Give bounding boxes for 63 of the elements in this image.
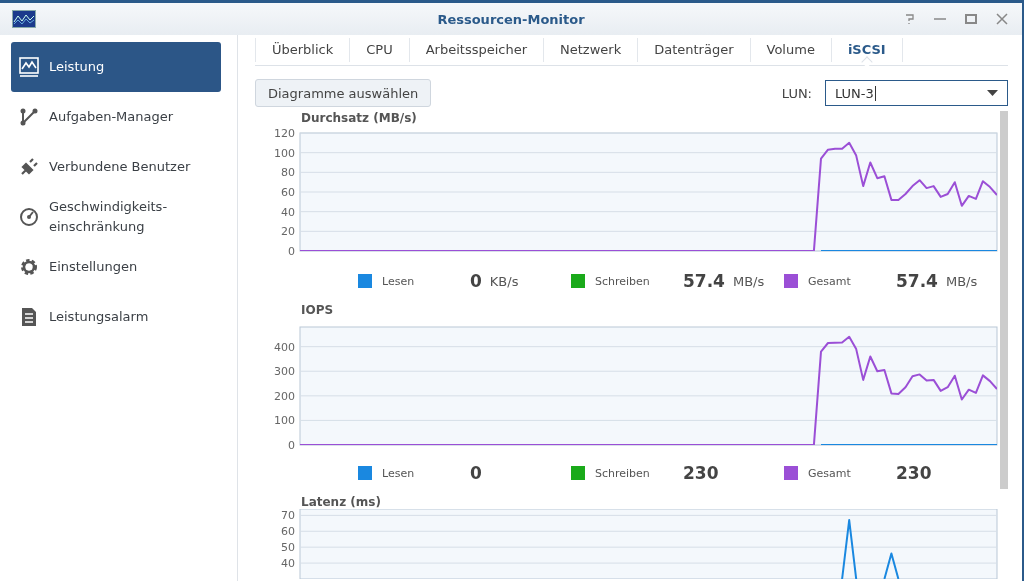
lun-dropdown[interactable]: LUN-3 — [825, 80, 1008, 106]
window-title: Ressourcen-Monitor — [436, 11, 586, 27]
tab[interactable]: CPU — [349, 38, 409, 62]
tab[interactable]: Datenträger — [637, 38, 750, 62]
chart-title: Latenz (ms) — [301, 495, 382, 509]
chart-icon — [19, 57, 39, 77]
sidebar-item[interactable]: Verbundene Benutzer — [11, 142, 221, 192]
tab[interactable]: Arbeitsspeicher — [408, 38, 544, 62]
legend-value: 230 — [896, 463, 932, 483]
branch-icon — [19, 107, 39, 127]
dropdown-arrow-icon — [987, 90, 998, 96]
sidebar-item[interactable]: Leistungsalarm — [11, 292, 221, 342]
sidebar-item[interactable]: Einstellungen — [11, 242, 221, 292]
legend-label: Lesen — [382, 466, 416, 480]
plug-icon — [19, 157, 39, 177]
tick-label: 300 — [274, 365, 295, 379]
tick-label: 40 — [281, 205, 295, 219]
legend-value: 0 — [470, 271, 482, 291]
gauge-icon — [19, 207, 39, 227]
tick-label: 100 — [274, 414, 295, 428]
sidebar-item[interactable]: Aufgaben-Manager — [11, 92, 221, 142]
maximize-icon[interactable] — [965, 13, 977, 25]
chart-title: IOPS — [301, 303, 335, 317]
tick-label: 100 — [274, 146, 295, 160]
help-icon[interactable] — [905, 13, 915, 25]
tick-label: 60 — [281, 525, 295, 539]
app-icon — [12, 10, 36, 28]
scrollbar[interactable] — [1000, 111, 1008, 489]
tick-label: 70 — [281, 509, 295, 523]
tick-label: 40 — [281, 557, 295, 571]
tick-label: 60 — [281, 186, 295, 199]
gear-icon — [19, 257, 39, 277]
legend-unit: MB/s — [945, 273, 978, 289]
list-icon — [19, 307, 39, 327]
tick-label: 0 — [288, 439, 295, 451]
tab[interactable]: Überblick — [255, 38, 350, 62]
legend-value: 230 — [683, 463, 719, 483]
sidebar-item[interactable]: Leistung — [11, 42, 221, 92]
legend-label: Gesamt — [808, 466, 852, 480]
legend-label: Gesamt — [808, 274, 852, 288]
tick-label: 80 — [281, 166, 295, 180]
lun-label: LUN: — [781, 85, 812, 101]
legend-value: 57.4 — [896, 271, 938, 291]
chart-line — [841, 519, 900, 579]
chart-title: Durchsatz (MB/s) — [301, 111, 418, 125]
legend-unit: MB/s — [732, 273, 765, 289]
tick-label: 400 — [274, 340, 295, 354]
legend-label: Lesen — [382, 274, 416, 288]
tick-label: 120 — [274, 127, 295, 140]
sidebar-item[interactable]: Geschwindigkeits-einschränkung — [11, 192, 221, 242]
close-icon[interactable] — [996, 13, 1008, 25]
tab[interactable]: Netzwerk — [543, 38, 638, 62]
legend-label: Schreiben — [595, 274, 651, 288]
tick-label: 200 — [274, 389, 295, 403]
legend-unit: KB/s — [489, 273, 519, 289]
legend-label: Schreiben — [595, 466, 651, 480]
tick-label: 0 — [288, 245, 295, 258]
legend-value: 57.4 — [683, 271, 725, 291]
tab[interactable]: Volume — [749, 38, 831, 62]
tick-label: 20 — [281, 225, 295, 239]
select-charts-button[interactable]: Diagramme auswählen — [255, 79, 432, 107]
legend-value: 0 — [470, 463, 482, 483]
tick-label: 50 — [281, 541, 295, 555]
